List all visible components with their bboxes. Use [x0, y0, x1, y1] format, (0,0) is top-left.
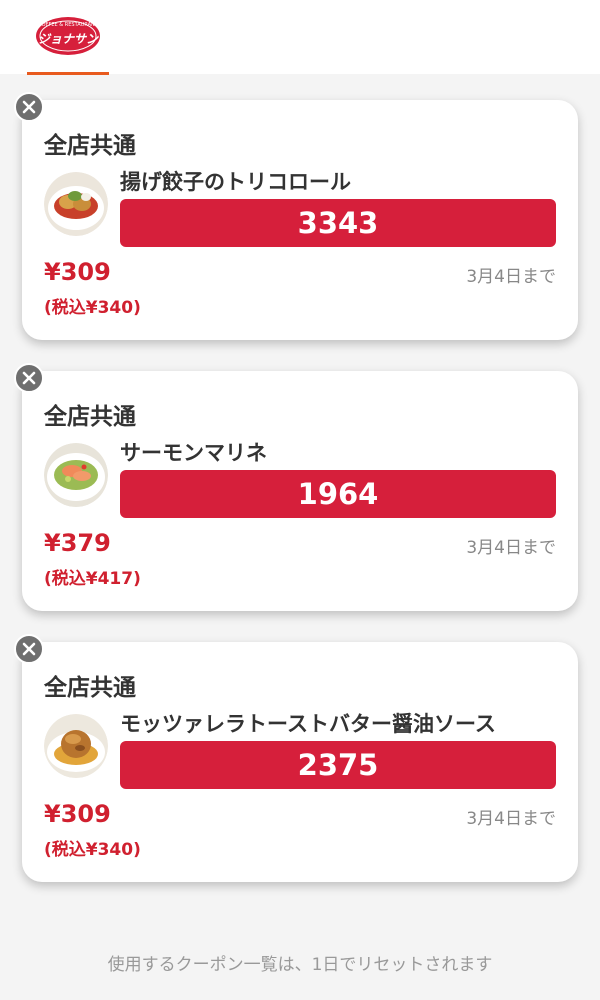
coupon-expiry: 3月4日まで: [466, 809, 556, 829]
reset-notice: 使用するクーポン一覧は、1日でリセットされます: [107, 955, 493, 975]
coupon-price: ¥309: [44, 258, 111, 286]
coupon-code: 3343: [120, 199, 556, 247]
coupon-food-image: [44, 443, 108, 507]
coupon-price: ¥379: [44, 529, 111, 557]
coupon-item-name: サーモンマリネ: [120, 441, 267, 465]
coupon-expiry: 3月4日まで: [466, 267, 556, 287]
close-icon: [22, 371, 36, 385]
coupon-item-name: モッツァレラトーストバター醤油ソース: [120, 712, 496, 736]
coupon-price: ¥309: [44, 800, 111, 828]
close-button[interactable]: [14, 363, 44, 393]
coupon-area-label: 全店共通: [44, 133, 136, 159]
coupon-food-image: [44, 172, 108, 236]
coupon-area-label: 全店共通: [44, 675, 136, 701]
jonathan-logo[interactable]: COFFEE & RESTAURANT ジョナサン: [35, 14, 101, 56]
coupon-card: 全店共通 揚げ餃子のトリコロール 3343 ¥309 (税込¥340) 3月4日…: [14, 92, 578, 340]
coupon-card: 全店共通 モッツァレラトーストバター醤油ソース 2375 ¥309 (税込¥34…: [14, 634, 578, 882]
close-icon: [22, 642, 36, 656]
close-button[interactable]: [14, 634, 44, 664]
logo-subtext: COFFEE & RESTAURANT: [38, 22, 99, 28]
coupon-price-tax: (税込¥340): [44, 298, 141, 318]
coupon-area-label: 全店共通: [44, 404, 136, 430]
coupon-price-tax: (税込¥417): [44, 569, 141, 589]
app-header: COFFEE & RESTAURANT ジョナサン: [0, 0, 600, 75]
coupon-code: 1964: [120, 470, 556, 518]
coupon-food-image: [44, 714, 108, 778]
logo-text: ジョナサン: [38, 32, 99, 46]
coupon-price-tax: (税込¥340): [44, 840, 141, 860]
coupon-item-name: 揚げ餃子のトリコロール: [120, 170, 351, 194]
close-icon: [22, 100, 36, 114]
active-tab-indicator: [27, 72, 109, 75]
coupon-expiry: 3月4日まで: [466, 538, 556, 558]
coupon-code: 2375: [120, 741, 556, 789]
close-button[interactable]: [14, 92, 44, 122]
coupon-card: 全店共通 サーモンマリネ 1964 ¥379 (税込¥417) 3月4日まで: [14, 363, 578, 611]
